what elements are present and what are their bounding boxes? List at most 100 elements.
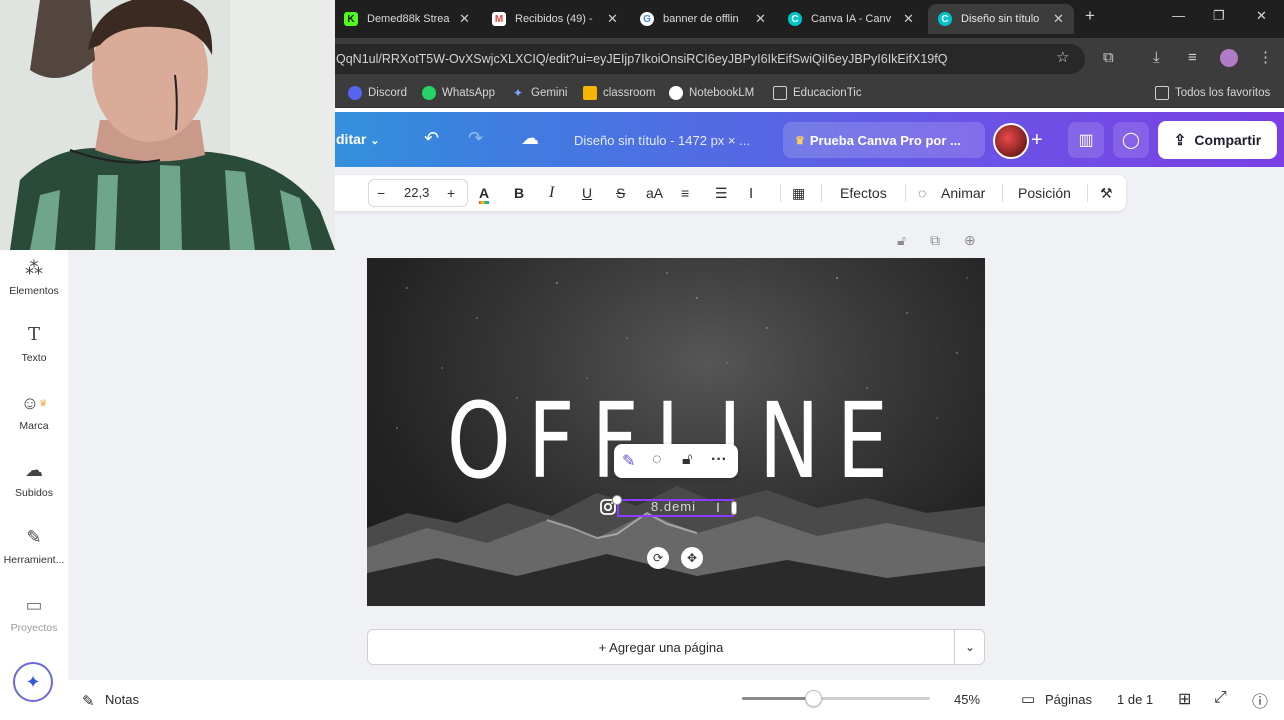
resize-handle[interactable] [612,495,622,505]
animate-icon[interactable]: ◌ [918,184,926,202]
effects-button[interactable]: Efectos [840,184,887,202]
share-button[interactable]: ⇪ Compartir [1158,121,1277,159]
classroom-icon [583,86,597,100]
font-size-increase-button[interactable]: + [447,184,455,202]
bookmark-label: classroom [603,87,656,99]
magic-write-icon[interactable]: ✎ [622,451,635,471]
italic-icon[interactable]: I [549,184,554,202]
extensions-icon[interactable]: ⧉ [1103,50,1114,66]
bookmark-classroom[interactable]: classroom [583,86,655,100]
all-bookmarks[interactable]: Todos los favoritos [1155,86,1270,100]
notes-icon[interactable]: ✎ [82,692,95,710]
fullscreen-icon[interactable]: ⤢ [1214,689,1227,707]
discord-icon [348,86,362,100]
notes-button[interactable]: Notas [105,692,139,707]
font-size-decrease-button[interactable]: − [377,184,385,202]
edit-menu-label: ditar [336,131,367,147]
close-icon[interactable]: ✕ [755,11,766,27]
restore-icon[interactable]: ❐ [1213,8,1225,24]
google-icon: G [640,12,654,26]
bookmark-whatsapp[interactable]: WhatsApp [422,86,495,100]
trial-button[interactable]: ♛ Prueba Canva Pro por ... [783,122,985,158]
chevron-down-icon: ⌄ [964,640,976,654]
grid-view-icon[interactable]: ⊞ [1178,689,1191,709]
resize-handle[interactable] [731,501,737,515]
bookmark-label: Discord [368,87,407,99]
pages-icon[interactable]: ▭ [1021,690,1035,708]
paint-roller-icon[interactable]: ⚒ [1100,184,1113,202]
sidebar-item-proyectos[interactable]: ▭ Proyectos [0,595,68,634]
lock-icon[interactable]: 🔓︎ [897,232,906,249]
lock-icon[interactable]: 🔓︎ [682,451,692,469]
more-icon[interactable]: ⋮ [1258,50,1273,66]
transparency-icon[interactable]: ▦ [792,184,805,202]
redo-icon[interactable]: ↷ [468,128,483,149]
insights-button[interactable]: ▥ [1068,122,1104,158]
sidebar-item-texto[interactable]: T Texto [0,325,68,365]
duplicate-icon[interactable]: ⧉ [930,232,940,249]
more-icon[interactable]: ··· [711,451,727,469]
tab-gmail[interactable]: M Recibidos (49) - ✕ [482,6,628,32]
tab-google[interactable]: G banner de offlin ✕ [630,6,776,32]
magic-assistant-button[interactable]: ✦ [13,662,53,702]
text-case-button[interactable]: aA [646,184,663,202]
all-bookmarks-label: Todos los favoritos [1175,87,1271,99]
cloud-saved-icon[interactable]: ☁ [521,128,539,149]
bookmark-gemini[interactable]: ✦ Gemini [511,86,567,100]
profile-icon[interactable] [1220,49,1238,67]
close-icon[interactable]: ✕ [903,11,914,27]
comments-button[interactable]: ◯ [1113,122,1149,158]
font-size-input[interactable]: 22,3 [404,184,429,202]
avatar[interactable] [993,123,1029,159]
close-icon[interactable]: ✕ [607,11,618,27]
invite-icon[interactable]: + [1031,129,1043,152]
bookmark-discord[interactable]: Discord [348,86,407,100]
tab-kick[interactable]: K Demed88k Strea ✕ [334,6,480,32]
spacing-icon[interactable]: Ⅰ [749,184,753,202]
zoom-slider-knob[interactable] [805,690,822,707]
add-page-icon[interactable]: ⊕ [964,232,976,249]
tab-diseno[interactable]: C Diseño sin título ✕ [928,4,1074,34]
close-icon[interactable]: ✕ [459,11,470,27]
position-button[interactable]: Posición [1018,184,1071,202]
undo-icon[interactable]: ↶ [424,128,439,149]
add-page-options[interactable]: ⌄ [954,630,985,664]
list-icon[interactable]: ☰ [715,184,728,202]
new-tab-icon[interactable]: + [1085,6,1095,26]
close-icon[interactable]: ✕ [1053,11,1064,27]
design-canvas[interactable]: OFFLINE [367,258,985,606]
sidebar-item-elementos[interactable]: ⁂ Elementos [0,258,68,297]
text-color-icon[interactable]: A [479,184,490,204]
omnibox[interactable]: QqN1ul/RRXotT5W-OvXSwjcXLXCIQ/edit?ui=ey… [320,44,1085,74]
headline-text[interactable]: OFFLINE [435,386,917,496]
rotate-button[interactable]: ⟳ [647,547,669,569]
animate-button[interactable]: Animar [941,184,985,202]
download-icon[interactable]: ⤓ [1153,50,1160,66]
minimize-icon[interactable]: — [1172,8,1185,23]
sidebar-item-herramientas[interactable]: ✎ Herramient... [0,527,68,566]
zoom-level[interactable]: 45% [954,692,980,707]
add-page-button[interactable]: + Agregar una página [368,640,954,655]
bold-icon[interactable]: B [514,184,524,202]
move-button[interactable]: ✥ [681,547,703,569]
bookmark-educaciontic[interactable]: EducacionTic [773,86,862,100]
comment-icon[interactable]: ◌ [652,451,662,469]
star-icon[interactable]: ☆ [1056,50,1069,66]
align-center-icon[interactable]: ≡ [681,184,689,202]
crown-icon: ♛ [39,398,48,408]
underline-icon[interactable]: U [582,184,592,202]
pages-button[interactable]: Páginas [1045,692,1092,707]
handle-text[interactable]: 8.demi [651,499,696,514]
tab-canva-ia[interactable]: C Canva IA - Canv ✕ [778,6,924,32]
text-toolbar: − 22,3 + A B I U S aA ≡ ☰ Ⅰ ▦ Efectos ◌ … [328,175,1126,211]
share-icon: ⇪ [1173,132,1187,149]
window-close-icon[interactable]: ✕ [1256,8,1267,24]
strikethrough-icon[interactable]: S [616,184,625,202]
document-title[interactable]: Diseño sin título - 1472 px × ... [574,133,750,148]
media-icon[interactable]: ≡ [1188,50,1197,66]
bookmark-notebooklm[interactable]: NotebookLM [669,86,754,100]
edit-menu[interactable]: ditar ⌄ [336,131,379,147]
help-icon[interactable]: ⓘ [1252,688,1268,712]
sidebar-item-subidos[interactable]: ☁ Subidos [0,460,68,499]
sidebar-item-marca[interactable]: ☺♛ Marca [0,393,68,432]
